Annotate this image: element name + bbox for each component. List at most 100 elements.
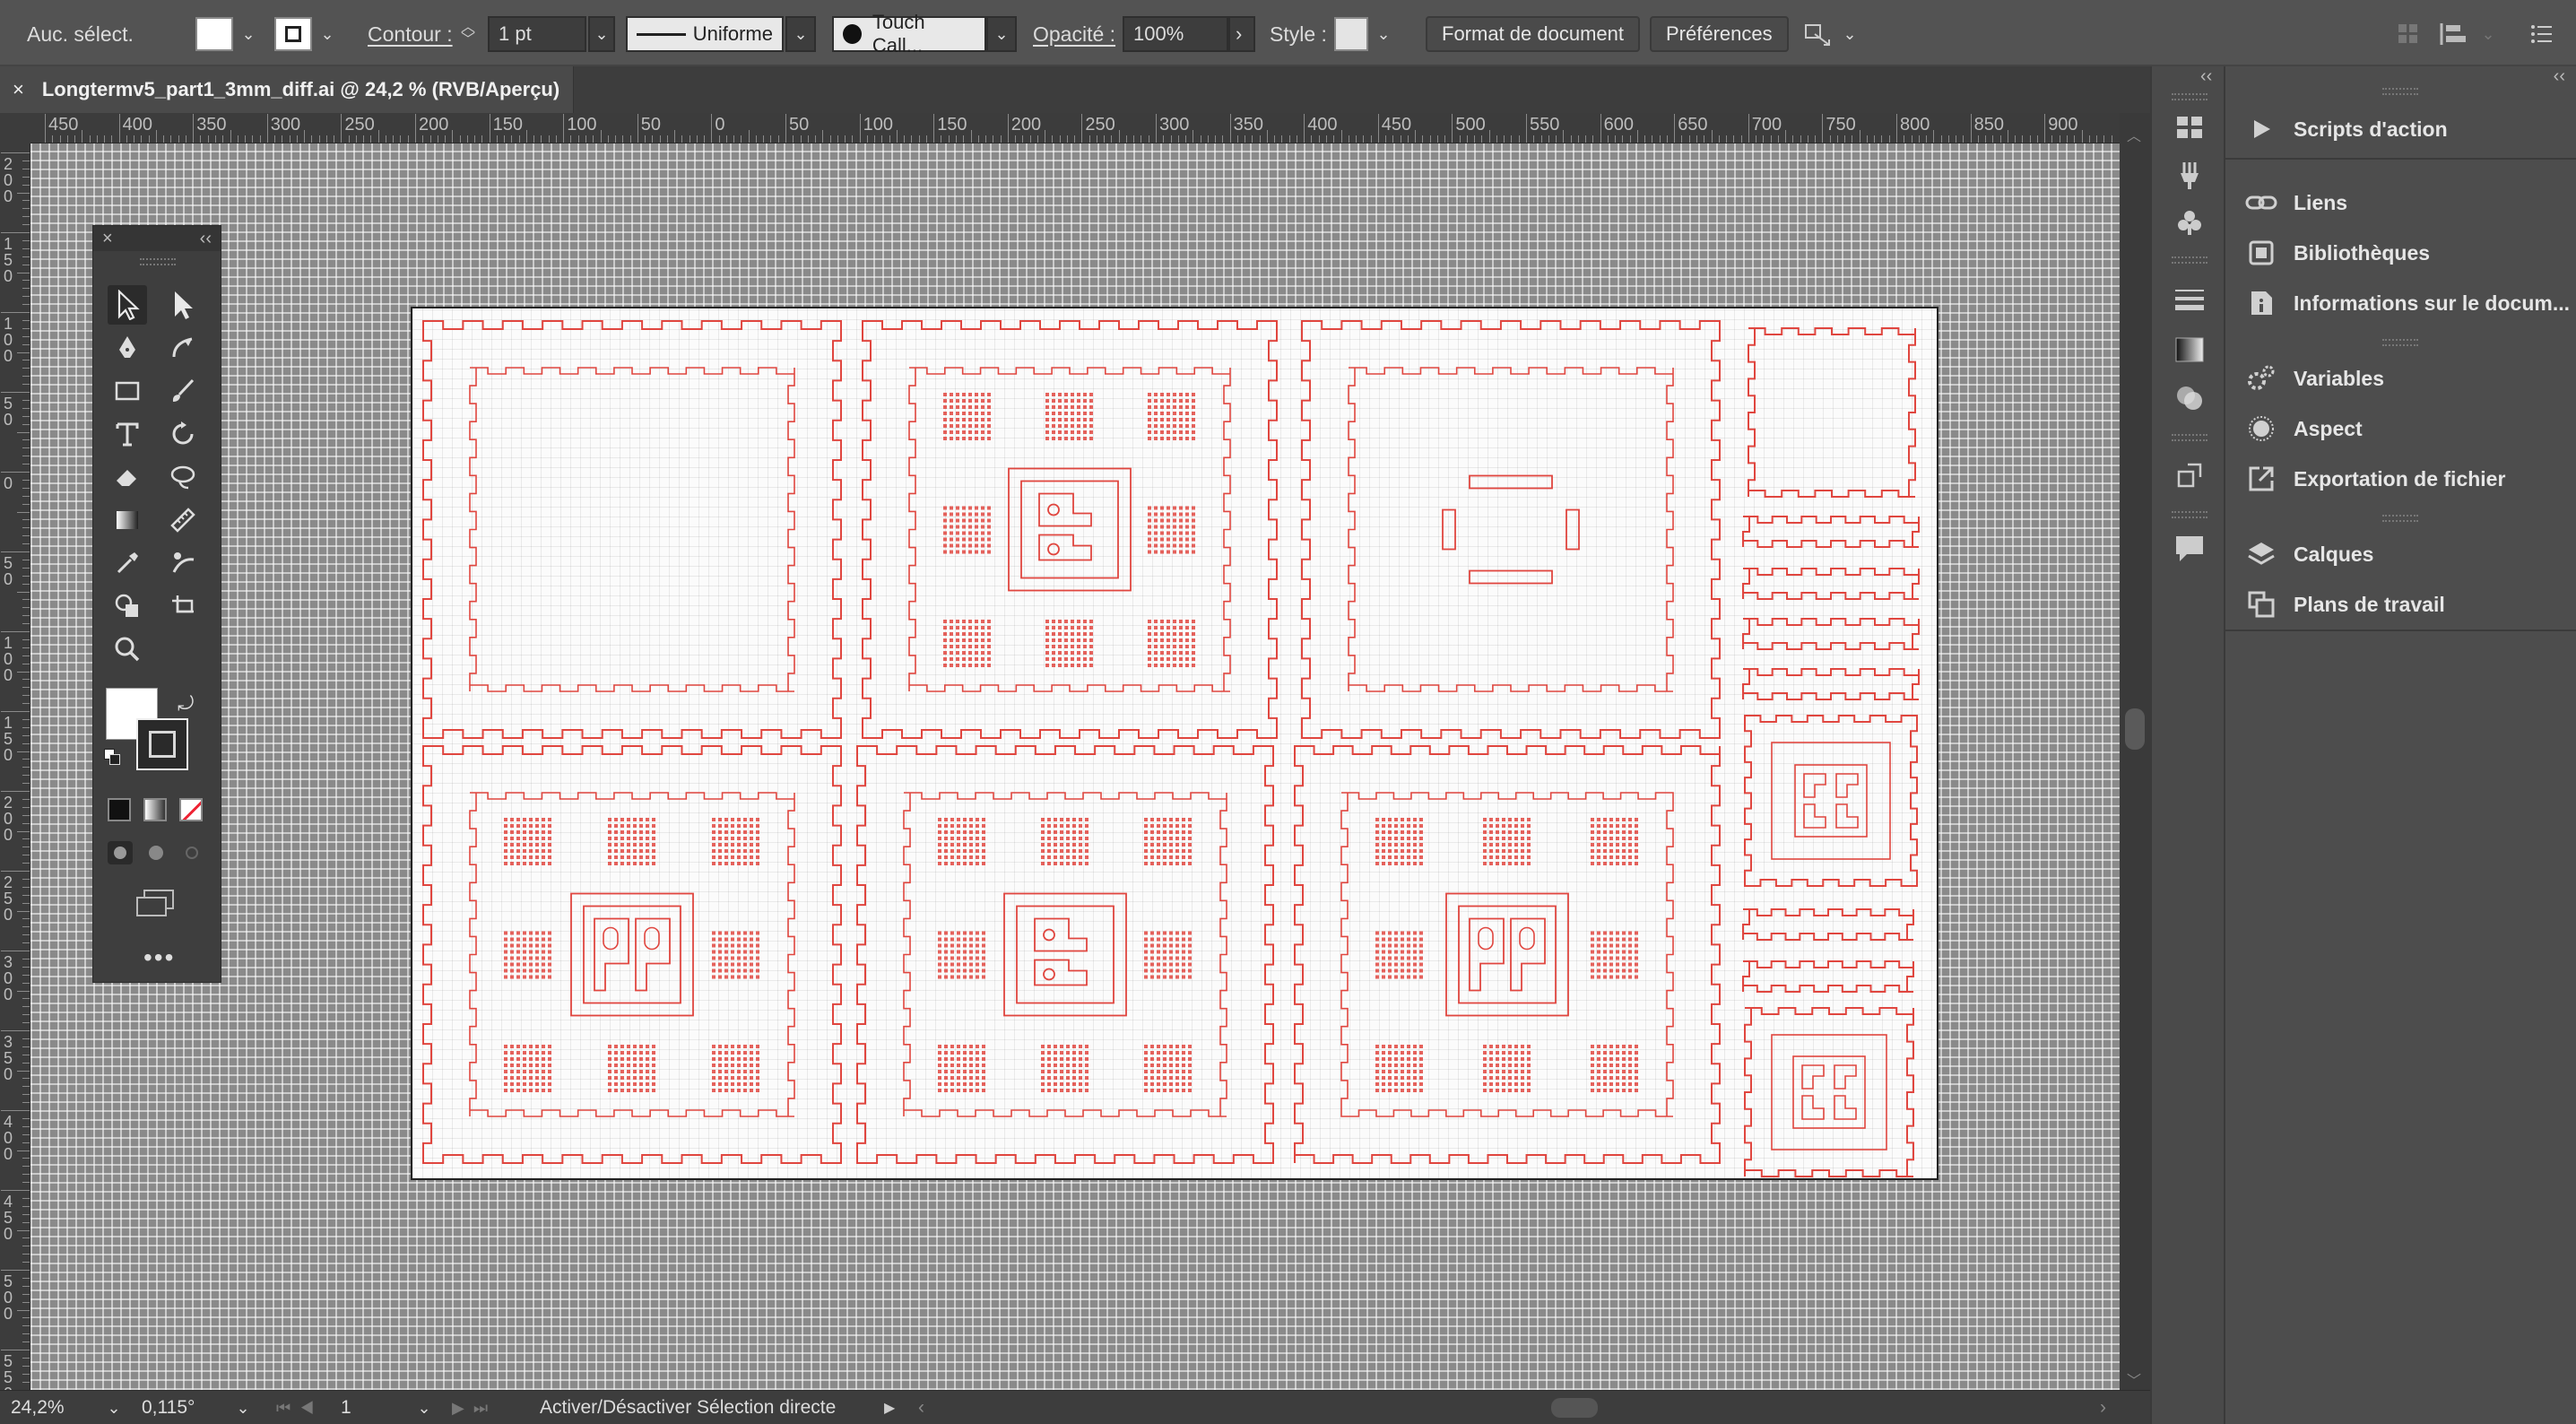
swatches-panel-icon[interactable]: [2172, 109, 2207, 145]
paintbrush-tool-icon[interactable]: [163, 371, 203, 411]
small-panel-outline[interactable]: [1744, 715, 1918, 887]
center-frame[interactable]: [570, 892, 694, 1017]
perforation-grid[interactable]: [938, 818, 985, 865]
small-panel-outline[interactable]: [1748, 327, 1916, 498]
perforation-grid[interactable]: [943, 620, 991, 667]
perforation-grid[interactable]: [1591, 818, 1638, 865]
draw-inside-icon[interactable]: [179, 841, 204, 864]
key-cutout[interactable]: [1038, 534, 1092, 561]
more-tools-icon[interactable]: •••: [143, 943, 175, 972]
stroke-profile-dropdown[interactable]: ⌄: [785, 16, 816, 52]
brush-dropdown[interactable]: ⌄: [986, 16, 1017, 52]
hscroll-left-icon[interactable]: ‹: [918, 1391, 924, 1424]
box-panel-inner[interactable]: [903, 792, 1227, 1117]
perforation-grid[interactable]: [1148, 393, 1195, 440]
perforation-grid[interactable]: [1483, 1045, 1531, 1092]
document-tab[interactable]: × Longtermv5_part1_3mm_diff.ai @ 24,2 % …: [0, 66, 574, 113]
key-hole[interactable]: [1047, 503, 1060, 517]
panel-export[interactable]: Exportation de fichier: [2225, 456, 2576, 502]
edge-strip[interactable]: [1742, 960, 1914, 993]
slot-cutout[interactable]: [1469, 474, 1553, 490]
zoom-dropdown[interactable]: ⌄: [104, 1391, 124, 1424]
panel-appearance[interactable]: Aspect: [2225, 405, 2576, 452]
symbol-frame[interactable]: [1794, 764, 1868, 838]
key-cutout[interactable]: [1038, 492, 1092, 527]
small-panel-inner[interactable]: [1771, 1034, 1887, 1150]
perforation-grid[interactable]: [1041, 1045, 1089, 1092]
close-icon[interactable]: ×: [102, 229, 113, 249]
scrollbar-thumb[interactable]: [2125, 708, 2145, 750]
swap-colors-icon[interactable]: ⤾: [178, 692, 194, 716]
center-frame-inner[interactable]: [1458, 905, 1557, 1004]
eraser-tool-icon[interactable]: [108, 457, 147, 497]
box-panel-outline[interactable]: [1301, 320, 1721, 739]
arrange-icon[interactable]: [1802, 16, 1834, 52]
zoom-tool-icon[interactable]: [108, 630, 147, 669]
center-frame[interactable]: [1445, 892, 1569, 1017]
center-frame-inner[interactable]: [1016, 905, 1115, 1004]
rotation-field[interactable]: 0,115°: [142, 1391, 231, 1424]
center-frame[interactable]: [1008, 467, 1132, 592]
horizontal-ruler[interactable]: 450 400 350 300 250 200 150 100 50 0 50 100 150 200 25…: [30, 113, 2120, 143]
p-cutout[interactable]: [594, 917, 629, 992]
perforation-grid[interactable]: [1375, 818, 1423, 865]
key-cutout[interactable]: [1034, 959, 1088, 986]
p-hole[interactable]: [603, 926, 619, 951]
perforation-grid[interactable]: [504, 931, 551, 979]
color-mode-icon[interactable]: [108, 798, 131, 821]
box-panel-inner[interactable]: [469, 792, 795, 1117]
center-frame-inner[interactable]: [583, 905, 681, 1004]
perforation-grid[interactable]: [1148, 506, 1195, 554]
scroll-up-icon[interactable]: ︿: [2127, 124, 2141, 145]
symbols-panel-icon[interactable]: [2172, 204, 2207, 240]
brush-select[interactable]: Touch Call...: [832, 11, 986, 56]
gradient-tool-icon[interactable]: [108, 500, 147, 540]
perforation-grid[interactable]: [938, 1045, 985, 1092]
stroke-weight-field[interactable]: 1 pt: [488, 16, 586, 52]
type-tool-icon[interactable]: [108, 414, 147, 454]
panel-grip[interactable]: [2382, 515, 2418, 522]
edge-strip[interactable]: [1742, 568, 1920, 600]
panel-artboards[interactable]: Plans de travail: [2225, 581, 2576, 628]
p-cutout[interactable]: [1469, 917, 1505, 992]
collapse-panels-icon[interactable]: ‹‹: [2554, 66, 2565, 87]
perforation-grid[interactable]: [943, 393, 991, 440]
perforation-grid[interactable]: [1375, 931, 1423, 979]
screen-mode-icon[interactable]: [136, 890, 178, 918]
artboard-dropdown[interactable]: ⌄: [414, 1391, 434, 1424]
box-panel-inner[interactable]: [908, 367, 1231, 692]
perforation-grid[interactable]: [1144, 818, 1192, 865]
perforation-grid[interactable]: [1144, 931, 1192, 979]
p-cutout[interactable]: [635, 917, 671, 992]
perforation-grid[interactable]: [712, 931, 759, 979]
panel-grip[interactable]: [2382, 339, 2418, 346]
perforation-grid[interactable]: [1045, 393, 1093, 440]
perforation-grid[interactable]: [504, 1045, 551, 1092]
none-mode-icon[interactable]: [179, 798, 203, 821]
next-last-artboard-icons[interactable]: ▶⏭: [452, 1391, 497, 1424]
transparency-panel-icon[interactable]: [2172, 380, 2207, 416]
shape-builder-tool-icon[interactable]: [108, 586, 147, 626]
edge-strip[interactable]: [1742, 618, 1920, 650]
box-panel-inner[interactable]: [469, 367, 795, 692]
horizontal-scrollbar-thumb[interactable]: [1551, 1398, 1598, 1418]
perforation-grid[interactable]: [1144, 1045, 1192, 1092]
selection-tool-icon[interactable]: [108, 285, 147, 325]
p-hole[interactable]: [1519, 926, 1535, 951]
center-frame[interactable]: [1003, 892, 1127, 1017]
fill-dropdown[interactable]: ⌄: [239, 16, 258, 52]
box-panel-outline[interactable]: [862, 320, 1278, 739]
perforation-grid[interactable]: [1483, 818, 1531, 865]
p-hole[interactable]: [644, 926, 660, 951]
puppet-warp-tool-icon[interactable]: [163, 543, 203, 583]
tools-grip[interactable]: [140, 258, 176, 265]
panel-libraries[interactable]: Bibliothèques: [2225, 230, 2576, 276]
small-panel-inner[interactable]: [1771, 742, 1891, 860]
hscroll-right-icon[interactable]: ›: [2100, 1391, 2106, 1424]
brushes-panel-icon[interactable]: [2172, 158, 2207, 194]
slot-cutout[interactable]: [1566, 508, 1580, 551]
artboard-tool-icon[interactable]: [163, 586, 203, 626]
scroll-down-icon[interactable]: ﹀: [2127, 1368, 2141, 1390]
center-frame-inner[interactable]: [1020, 480, 1119, 579]
perforation-grid[interactable]: [608, 1045, 655, 1092]
